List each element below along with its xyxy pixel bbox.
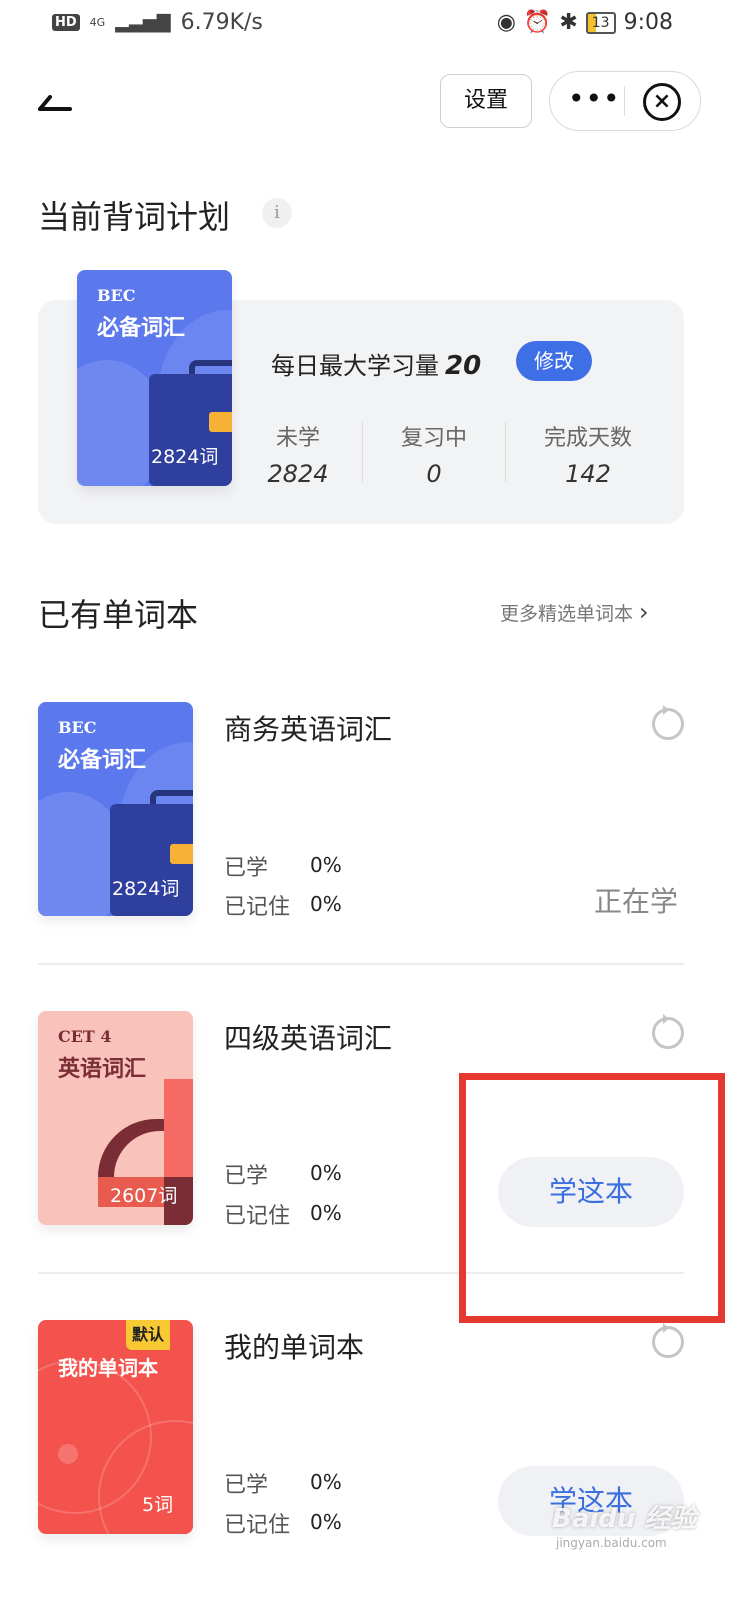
cover-word-count: 2824词 — [151, 446, 219, 468]
info-icon[interactable]: i — [262, 198, 292, 228]
plan-title: 当前背词计划 — [38, 198, 231, 236]
alarm-icon: ⏰ — [523, 10, 552, 35]
book-name: 四级英语词汇 — [224, 1022, 393, 1055]
status-right: ◉ ⏰ ✱ 13 9:08 — [497, 10, 673, 35]
books-title: 已有单词本 — [38, 596, 199, 634]
network-speed: 6.79K/s — [180, 10, 263, 35]
plan-book-cover[interactable]: BEC 必备词汇 2824词 — [77, 270, 232, 486]
cover-line1: BEC — [58, 718, 97, 737]
mini-program-capsule: ••• × — [549, 71, 701, 131]
cover-word-count: 2824词 — [112, 878, 180, 900]
status-left: HD 4G ▂▃▅▇ 6.79K/s — [52, 10, 263, 35]
remembered-value: 0% — [310, 1201, 342, 1225]
learned-value: 0% — [310, 853, 342, 877]
watermark: Baidu 经验 — [552, 1504, 697, 1534]
book-cover-my[interactable]: 默认 我的单词本 5词 — [38, 1320, 193, 1534]
chevron-right-icon: › — [639, 598, 649, 626]
book-cover-bec[interactable]: BEC 必备词汇 2824词 — [38, 702, 193, 916]
capsule-divider — [624, 86, 625, 116]
remembered-label: 已记住 — [224, 1513, 291, 1538]
cover-line2: 英语词汇 — [58, 1056, 147, 1082]
book-name: 商务英语词汇 — [224, 713, 393, 746]
learned-value: 0% — [310, 1470, 342, 1494]
remembered-label: 已记住 — [224, 1204, 291, 1229]
stat-unlearned-label: 未学 — [275, 426, 320, 451]
book-cover-cet4[interactable]: CET 4 英语词汇 2607词 — [38, 1011, 193, 1225]
daily-limit-label: 每日最大学习量 — [271, 352, 439, 380]
signal-bars-icon: ▂▃▅▇ — [115, 12, 171, 33]
remembered-value: 0% — [310, 892, 342, 916]
status-bar: HD 4G ▂▃▅▇ 6.79K/s ◉ ⏰ ✱ 13 9:08 — [0, 0, 738, 50]
cover-line2: 必备词汇 — [58, 747, 147, 773]
back-button[interactable] — [36, 84, 72, 124]
stat-days-value: 142 — [565, 460, 611, 488]
cover-line1: BEC — [97, 286, 136, 305]
reset-progress-icon[interactable] — [652, 1323, 684, 1358]
signal-icon: 4G — [89, 15, 106, 29]
briefcase-clasp — [209, 412, 232, 432]
more-books-link[interactable]: 更多精选单词本 › — [500, 598, 649, 626]
reset-progress-icon[interactable] — [652, 705, 684, 740]
remembered-label: 已记住 — [224, 895, 291, 920]
cover-line1: CET 4 — [58, 1027, 112, 1046]
learned-value: 0% — [310, 1161, 342, 1185]
settings-button[interactable]: 设置 — [440, 74, 532, 128]
learned-label: 已学 — [224, 856, 269, 881]
learned-label: 已学 — [224, 1164, 269, 1189]
more-books-label: 更多精选单词本 — [500, 603, 634, 625]
cover-decoration — [58, 1444, 78, 1464]
cover-line2: 必备词汇 — [97, 315, 186, 341]
row-divider — [38, 963, 684, 965]
default-badge: 默认 — [126, 1320, 170, 1350]
edit-button[interactable]: 修改 — [516, 341, 592, 381]
book-name: 我的单词本 — [224, 1331, 365, 1364]
watermark-url: jingyan.baidu.com — [556, 1536, 667, 1550]
stat-days-label: 完成天数 — [543, 426, 632, 451]
stat-divider — [362, 422, 363, 482]
stat-reviewing-label: 复习中 — [400, 426, 467, 451]
stat-reviewing-value: 0 — [426, 460, 442, 488]
briefcase-clasp — [170, 844, 193, 864]
hd-badge: HD — [52, 14, 80, 31]
more-icon[interactable]: ••• — [568, 82, 620, 115]
learned-label: 已学 — [224, 1473, 269, 1498]
cover-word-count: 2607词 — [110, 1185, 178, 1207]
annotation-highlight-box — [459, 1073, 725, 1323]
cover-word-count: 5词 — [142, 1494, 174, 1516]
reset-progress-icon[interactable] — [652, 1014, 684, 1049]
clock: 9:08 — [623, 10, 673, 35]
stat-divider — [505, 422, 506, 482]
daily-limit: 每日最大学习量 20 — [271, 346, 481, 381]
remembered-value: 0% — [310, 1510, 342, 1534]
currently-learning-label: 正在学 — [594, 885, 679, 918]
bluetooth-icon: ✱ — [559, 10, 578, 35]
stat-unlearned-value: 2824 — [267, 460, 329, 488]
battery-icon: 13 — [585, 11, 616, 34]
close-icon[interactable]: × — [643, 83, 681, 121]
cover-line1: 我的单词本 — [58, 1356, 158, 1380]
back-arrow-icon — [38, 95, 72, 111]
daily-limit-value: 20 — [445, 351, 482, 381]
eye-icon: ◉ — [496, 10, 516, 35]
